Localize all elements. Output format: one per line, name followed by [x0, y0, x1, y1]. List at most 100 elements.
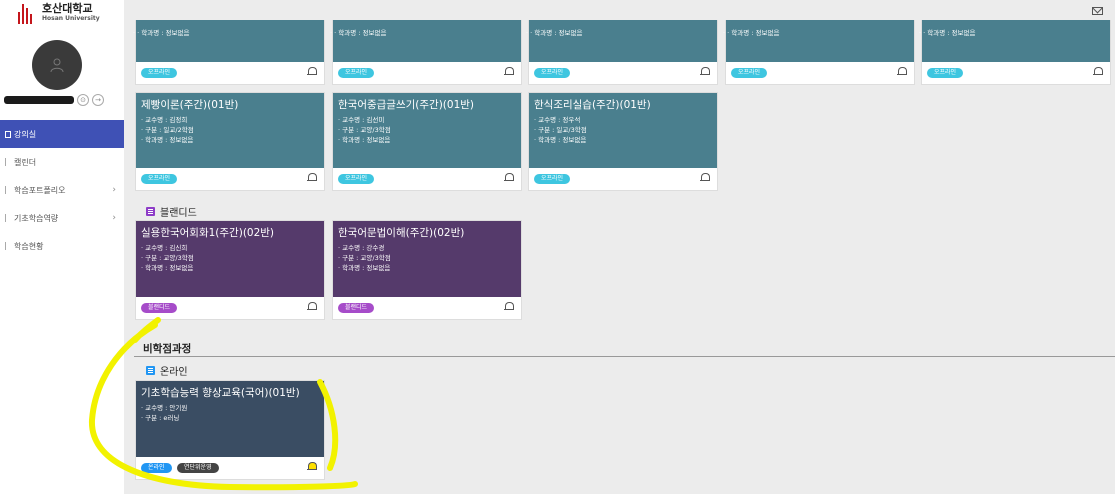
course-title: 한국어문법이해(주간)(02반)	[338, 227, 465, 239]
classroom-icon	[5, 130, 11, 138]
avatar[interactable]	[32, 40, 82, 90]
blended-badge: 블랜디드	[141, 303, 178, 313]
noncredit-heading: 비학점과정	[143, 343, 192, 355]
course-card[interactable]: 실용한국어회화1(주간)(02반) 교수명 : 김신희 구분 : 교양/3학점 …	[135, 220, 325, 320]
section-title: 온라인	[160, 367, 188, 378]
bell-icon[interactable]	[504, 173, 514, 183]
chevron-right-icon: ›	[112, 185, 116, 195]
sidebar-item-label: 강의실	[14, 129, 37, 139]
course-dept: 학과명 : 정보없음	[338, 263, 516, 273]
mail-icon[interactable]	[1092, 7, 1103, 15]
portfolio-icon	[5, 186, 11, 194]
course-dept: 학과명 : 정보없음	[534, 135, 712, 145]
user-icon	[50, 58, 64, 73]
section-divider	[134, 356, 1115, 357]
sidebar: 호산대학교 Hosan University ⊙ → 강의실 캘린더 학습포트폴…	[0, 0, 124, 494]
offline-badge: 오프라인	[731, 68, 768, 78]
course-title: 기초학습능력 향상교육(국어)(01반)	[141, 387, 300, 399]
offline-badge: 오프라인	[338, 68, 375, 78]
offline-badge: 오프라인	[534, 174, 571, 184]
sidebar-item-label: 캘린더	[14, 157, 37, 167]
course-type: 구분 : 일교/3학점	[534, 125, 712, 135]
course-professor: 교수명 : 김선미	[338, 115, 516, 125]
course-card[interactable]: 기초학습능력 향상교육(국어)(01반) 교수명 : 안기원 구분 : e러닝 …	[135, 380, 325, 480]
sidebar-item-label: 기초학습역량	[14, 213, 59, 223]
calendar-icon	[5, 158, 11, 166]
course-dept: · 학과명 : 정보없음	[133, 28, 319, 38]
sidebar-item-basic-learning[interactable]: 기초학습역량 ›	[0, 204, 124, 232]
user-row: ⊙ →	[4, 94, 104, 106]
list-icon	[146, 366, 155, 375]
blended-badge: 블랜디드	[338, 303, 375, 313]
course-professor: 교수명 : 안기원	[141, 403, 319, 413]
university-logo[interactable]: 호산대학교 Hosan University	[18, 2, 100, 24]
course-type: 구분 : 교양/3학점	[338, 253, 516, 263]
logout-icon[interactable]: →	[92, 94, 104, 106]
course-card[interactable]: · 학과명 : 정보없음 오프라인	[725, 20, 915, 85]
course-professor: 교수명 : 강수경	[338, 243, 516, 253]
course-card[interactable]: 제빵이론(주간)(01반) 교수명 : 김정희 구분 : 일교/2학점 학과명 …	[135, 92, 325, 191]
sidebar-item-portfolio[interactable]: 학습포트폴리오 ›	[0, 176, 124, 204]
course-professor: 교수명 : 김신희	[141, 243, 319, 253]
course-dept: · 학과명 : 정보없음	[919, 28, 1105, 38]
course-dept: 학과명 : 정보없음	[338, 135, 516, 145]
blended-section-heading: 블랜디드	[146, 204, 197, 219]
logo-korean-text: 호산대학교	[42, 2, 93, 15]
course-dept: · 학과명 : 정보없음	[723, 28, 909, 38]
offline-badge: 오프라인	[534, 68, 571, 78]
course-card[interactable]: · 학과명 : 정보없음 오프라인	[135, 20, 325, 85]
logo-english-text: Hosan University	[42, 15, 100, 22]
bell-icon[interactable]	[897, 67, 907, 77]
course-title: 제빵이론(주간)(01반)	[141, 99, 239, 111]
course-dept: 학과명 : 정보없음	[141, 135, 319, 145]
course-type: 구분 : 일교/2학점	[141, 125, 319, 135]
bell-icon[interactable]	[307, 302, 317, 312]
course-card[interactable]: · 학과명 : 정보없음 오프라인	[528, 20, 718, 85]
course-card[interactable]: 한국어문법이해(주간)(02반) 교수명 : 강수경 구분 : 교양/3학점 학…	[332, 220, 522, 320]
course-title: 실용한국어회화1(주간)(02반)	[141, 227, 275, 239]
list-icon	[146, 207, 155, 216]
sidebar-item-calendar[interactable]: 캘린더	[0, 148, 124, 176]
section-tick	[134, 338, 139, 339]
course-professor: 교수명 : 김정희	[141, 115, 319, 125]
section-title: 블랜디드	[160, 208, 197, 219]
course-dept: · 학과명 : 정보없음	[330, 28, 516, 38]
sidebar-item-label: 학습포트폴리오	[14, 185, 66, 195]
redacted-user-name	[4, 96, 74, 104]
bell-icon[interactable]	[504, 67, 514, 77]
sidebar-nav: 강의실 캘린더 학습포트폴리오 › 기초학습역량 › 학습현황	[0, 120, 124, 260]
offline-badge: 오프라인	[927, 68, 964, 78]
course-professor: 교수명 : 정우석	[534, 115, 712, 125]
lock-icon[interactable]: ⊙	[77, 94, 89, 106]
sidebar-item-learning-status[interactable]: 학습현황	[0, 232, 124, 260]
sidebar-item-classroom[interactable]: 강의실	[0, 120, 124, 148]
basic-learning-icon	[5, 214, 11, 222]
course-type: 구분 : e러닝	[141, 413, 319, 423]
bell-icon[interactable]	[307, 173, 317, 183]
bell-icon[interactable]	[504, 302, 514, 312]
bell-icon[interactable]	[700, 67, 710, 77]
bell-icon[interactable]	[307, 67, 317, 77]
course-title: 한국어중급글쓰기(주간)(01반)	[338, 99, 475, 111]
bell-icon[interactable]	[1093, 67, 1103, 77]
online-section-heading: 온라인	[146, 363, 188, 378]
online-badge: 온라인	[141, 463, 172, 473]
course-dept: 학과명 : 정보없음	[141, 263, 319, 273]
annual-badge: 연단위운영	[177, 463, 219, 473]
course-title: 한식조리실습(주간)(01반)	[534, 99, 651, 111]
course-type: 구분 : 교양/3학점	[338, 125, 516, 135]
chevron-right-icon: ›	[112, 213, 116, 223]
logo-mark-icon	[18, 4, 37, 24]
course-card[interactable]: · 학과명 : 정보없음 오프라인	[332, 20, 522, 85]
course-type: 구분 : 교양/3학점	[141, 253, 319, 263]
offline-badge: 오프라인	[338, 174, 375, 184]
sidebar-item-label: 학습현황	[14, 241, 44, 251]
course-card[interactable]: 한국어중급글쓰기(주간)(01반) 교수명 : 김선미 구분 : 교양/3학점 …	[332, 92, 522, 191]
offline-badge: 오프라인	[141, 68, 178, 78]
offline-badge: 오프라인	[141, 174, 178, 184]
bell-icon[interactable]	[700, 173, 710, 183]
learning-status-icon	[5, 242, 11, 250]
course-card[interactable]: 한식조리실습(주간)(01반) 교수명 : 정우석 구분 : 일교/3학점 학과…	[528, 92, 718, 191]
course-card[interactable]: · 학과명 : 정보없음 오프라인	[921, 20, 1111, 85]
bell-icon[interactable]	[307, 462, 317, 472]
